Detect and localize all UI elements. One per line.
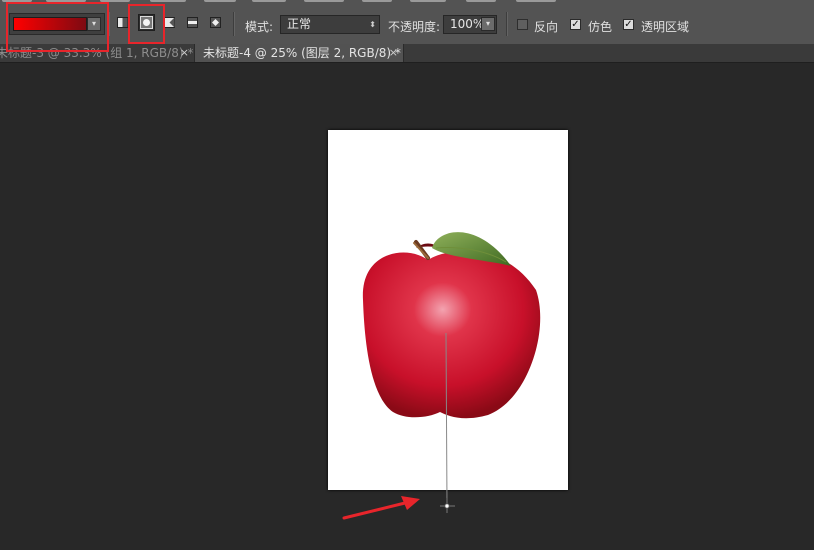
crosshair-cursor-icon xyxy=(440,498,455,513)
highlight-box-radial-option xyxy=(128,4,165,44)
highlight-box-gradient-picker xyxy=(6,2,109,52)
annotation-arrow xyxy=(342,501,407,520)
gradient-drag-line xyxy=(445,332,448,506)
annotation-overlay xyxy=(6,2,455,520)
